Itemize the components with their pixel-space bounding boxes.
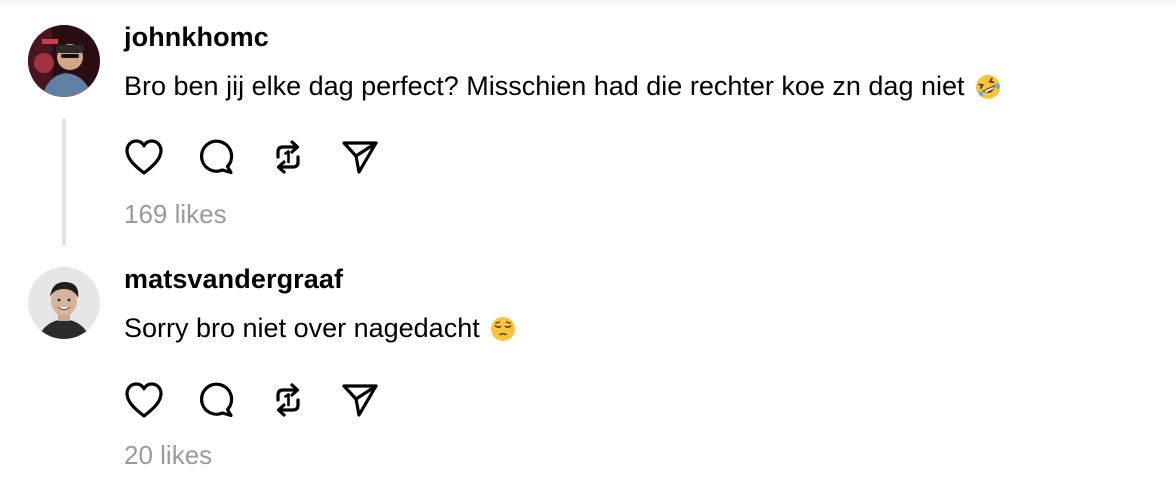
- pensive-face-emoji-icon: [489, 315, 517, 343]
- like-count[interactable]: 169 likes: [124, 199, 227, 230]
- heart-icon: [125, 139, 163, 175]
- share-icon: [342, 384, 378, 417]
- comment-icon: [200, 382, 234, 418]
- repost-button[interactable]: [266, 379, 310, 421]
- comment-text-body: Bro ben jij elke dag perfect? Misschien …: [124, 71, 965, 101]
- username[interactable]: johnkhomc: [124, 22, 269, 53]
- share-button[interactable]: [338, 379, 382, 421]
- avatar[interactable]: [28, 25, 100, 97]
- share-button[interactable]: [338, 136, 382, 178]
- rolling-laughing-emoji-icon: [974, 73, 1002, 101]
- comment: johnkhomc Bro ben jij elke dag perfect? …: [0, 0, 1176, 250]
- action-bar: [122, 136, 392, 178]
- action-bar: [122, 379, 392, 421]
- comment-text: Bro ben jij elke dag perfect? Misschien …: [124, 71, 1002, 102]
- share-icon: [342, 141, 378, 174]
- comment-text: Sorry bro niet over nagedacht: [124, 313, 517, 344]
- heart-icon: [125, 382, 163, 418]
- like-button[interactable]: [122, 136, 166, 178]
- comment-text-body: Sorry bro niet over nagedacht: [124, 313, 480, 343]
- repost-icon: [276, 140, 300, 174]
- avatar[interactable]: [28, 267, 100, 339]
- comment-button[interactable]: [194, 379, 238, 421]
- thread-line: [62, 118, 66, 246]
- username[interactable]: matsvandergraaf: [124, 264, 343, 295]
- repost-icon: [276, 383, 300, 417]
- like-button[interactable]: [122, 379, 166, 421]
- comment-button[interactable]: [194, 136, 238, 178]
- comment-icon: [200, 139, 234, 175]
- like-count[interactable]: 20 likes: [124, 440, 212, 471]
- comment: matsvandergraaf Sorry bro niet over nage…: [0, 250, 1176, 490]
- repost-button[interactable]: [266, 136, 310, 178]
